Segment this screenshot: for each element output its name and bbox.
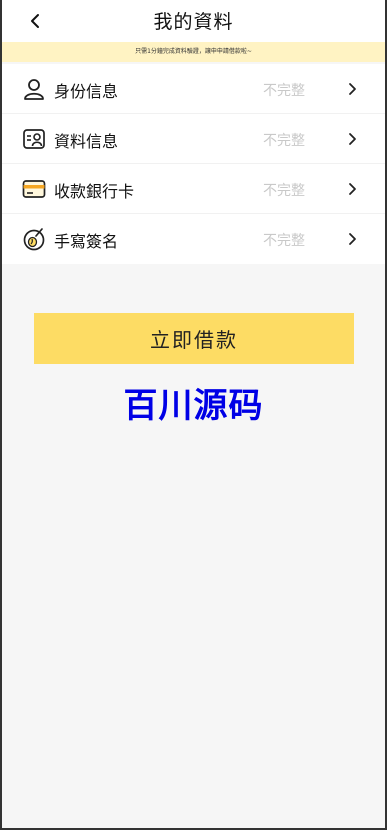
- chevron-right-icon: [349, 183, 356, 195]
- item-label: 手寫簽名: [54, 232, 119, 251]
- item-label: 收款銀行卡: [54, 182, 135, 201]
- id-card-icon: [23, 129, 45, 149]
- list-item-bank-card[interactable]: 收款銀行卡 不完整: [2, 164, 385, 214]
- app-screen: 我的資料 只需1分鐘完成資料驗證，讓申申請借款啦~ 身份信息 不完整 資料信息: [2, 0, 385, 828]
- item-label: 身份信息: [54, 82, 119, 101]
- list-item-identity-info[interactable]: 身份信息 不完整: [2, 64, 385, 114]
- notice-banner: 只需1分鐘完成資料驗證，讓申申請借款啦~: [2, 42, 385, 62]
- watermark-text: 百川源码: [123, 386, 264, 426]
- list-item-signature[interactable]: 手寫簽名 不完整: [2, 214, 385, 264]
- chevron-right-icon: [349, 83, 356, 95]
- person-icon: [24, 79, 44, 100]
- profile-item-list: 身份信息 不完整 資料信息 不完整 收款銀行卡 不完整 手寫簽名 不完整: [2, 64, 385, 264]
- item-status: 不完整: [263, 83, 305, 99]
- page-title: 我的資料: [153, 11, 234, 33]
- borrow-now-button[interactable]: 立即借款: [34, 313, 354, 364]
- item-status: 不完整: [263, 233, 305, 249]
- bank-card-icon: [22, 180, 46, 198]
- item-label: 資料信息: [54, 132, 119, 151]
- item-status: 不完整: [263, 183, 305, 199]
- signature-icon: [23, 228, 45, 251]
- chevron-right-icon: [349, 133, 356, 145]
- item-status: 不完整: [263, 133, 305, 149]
- list-item-data-info[interactable]: 資料信息 不完整: [2, 114, 385, 164]
- chevron-right-icon: [349, 233, 356, 245]
- top-bar: 我的資料: [2, 0, 385, 42]
